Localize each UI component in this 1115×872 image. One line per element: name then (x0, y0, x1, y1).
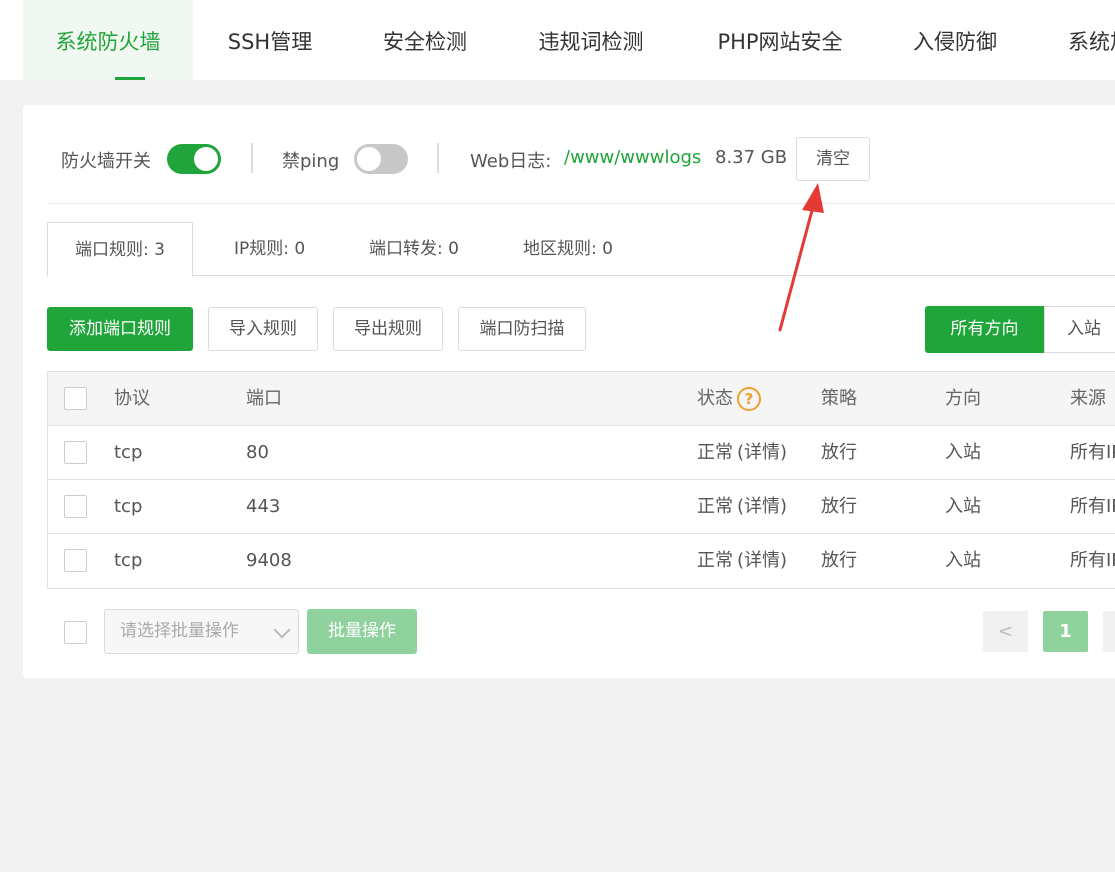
tab-php-security[interactable]: PHP网站安全 (700, 0, 860, 80)
batch-select-checkbox[interactable] (64, 621, 87, 644)
next-page-button[interactable] (1103, 611, 1115, 652)
select-all-checkbox[interactable] (64, 387, 87, 410)
firewall-panel: 防火墙开关 禁ping Web日志: /www/wwwlogs 8.37 GB … (23, 105, 1115, 678)
active-tab-underline (115, 77, 145, 80)
header-status-label: 状态 (697, 388, 733, 409)
ping-toggle[interactable] (354, 144, 408, 174)
tab-label: 系统防火墙 (55, 30, 161, 54)
tab-label: 安全检测 (383, 30, 467, 54)
cell-policy[interactable]: 放行 (821, 426, 857, 480)
direction-inbound-button[interactable]: 入站 (1044, 306, 1115, 353)
tab-label: 系统加 (1068, 30, 1115, 54)
tab-system-firewall[interactable]: 系统防火墙 (23, 0, 193, 80)
tab-port-forward[interactable]: 端口转发: 0 (369, 222, 459, 276)
divider (251, 143, 253, 173)
add-port-rule-button[interactable]: 添加端口规则 (47, 307, 193, 351)
tab-ip-rules[interactable]: IP规则: 0 (234, 222, 305, 276)
switch-row: 防火墙开关 禁ping Web日志: /www/wwwlogs 8.37 GB … (47, 105, 1115, 204)
firewall-switch-label: 防火墙开关 (61, 151, 151, 172)
cell-port: 80 (246, 442, 269, 463)
tab-region-rules[interactable]: 地区规则: 0 (523, 222, 613, 276)
cell-status: 正常 (697, 550, 733, 571)
header-port: 端口 (246, 388, 282, 409)
cell-policy[interactable]: 放行 (821, 534, 857, 588)
port-scan-protect-button[interactable]: 端口防扫描 (458, 307, 586, 351)
cell-status: 正常 (697, 496, 733, 517)
tab-label: SSH管理 (227, 30, 313, 54)
tab-label: PHP网站安全 (717, 30, 843, 54)
top-nav: 系统防火墙 SSH管理 安全检测 违规词检测 PHP网站安全 入侵防御 系统加 (0, 0, 1115, 80)
row-checkbox[interactable] (64, 495, 87, 518)
weblog-size: 8.37 GB (715, 147, 788, 168)
header-source: 来源 (1070, 388, 1106, 409)
batch-operation-button[interactable]: 批量操作 (307, 609, 417, 654)
cell-direction: 入站 (945, 496, 981, 517)
tab-label: 违规词检测 (538, 30, 644, 54)
header-direction: 方向 (945, 388, 981, 409)
chevron-down-icon (273, 621, 291, 639)
clear-log-button[interactable]: 清空 (796, 137, 870, 181)
tab-system-hardening[interactable]: 系统加 (1068, 0, 1115, 80)
tab-port-rules[interactable]: 端口规则: 3 (47, 222, 193, 277)
prev-page-button[interactable]: < (983, 611, 1028, 652)
cell-direction: 入站 (945, 550, 981, 571)
toggle-knob (194, 147, 218, 171)
cell-status: 正常 (697, 442, 733, 463)
cell-direction: 入站 (945, 442, 981, 463)
page-1-button[interactable]: 1 (1043, 611, 1088, 652)
cell-port: 443 (246, 496, 281, 517)
import-rules-button[interactable]: 导入规则 (208, 307, 318, 351)
batch-select-placeholder: 请选择批量操作 (120, 621, 239, 641)
ping-switch-label: 禁ping (282, 151, 340, 172)
direction-all-button[interactable]: 所有方向 (925, 306, 1044, 353)
table-row: tcp 9408 正常 (详情) 放行 入站 所有IP (48, 534, 1115, 588)
port-rules-table: 协议 端口 状态? 策略 方向 来源 tcp 80 正常 (详情) 放行 入站 … (47, 371, 1115, 589)
tab-security-check[interactable]: 安全检测 (355, 0, 495, 80)
cell-port: 9408 (246, 550, 292, 571)
row-checkbox[interactable] (64, 441, 87, 464)
status-detail-link[interactable]: (详情) (737, 426, 787, 480)
table-header: 协议 端口 状态? 策略 方向 来源 (48, 372, 1115, 426)
divider (437, 143, 439, 173)
tab-word-check[interactable]: 违规词检测 (515, 0, 667, 80)
header-protocol: 协议 (114, 388, 150, 409)
row-checkbox[interactable] (64, 549, 87, 572)
tab-intrusion-defense[interactable]: 入侵防御 (890, 0, 1020, 80)
toggle-knob (357, 147, 381, 171)
table-row: tcp 443 正常 (详情) 放行 入站 所有IP (48, 480, 1115, 534)
export-rules-button[interactable]: 导出规则 (333, 307, 443, 351)
header-status: 状态? (697, 372, 761, 426)
rule-tabs: 端口规则: 3 IP规则: 0 端口转发: 0 地区规则: 0 (47, 222, 1115, 277)
cell-protocol: tcp (114, 550, 143, 571)
table-row: tcp 80 正常 (详情) 放行 入站 所有IP (48, 426, 1115, 480)
firewall-toggle[interactable] (167, 144, 221, 174)
cell-protocol: tcp (114, 496, 143, 517)
batch-operation-select[interactable]: 请选择批量操作 (104, 609, 299, 654)
weblog-path-link[interactable]: /www/wwwlogs (564, 147, 701, 168)
status-detail-link[interactable]: (详情) (737, 534, 787, 588)
cell-source: 所有IP (1070, 550, 1115, 571)
status-detail-link[interactable]: (详情) (737, 480, 787, 534)
cell-source: 所有IP (1070, 496, 1115, 517)
cell-source: 所有IP (1070, 442, 1115, 463)
cell-policy[interactable]: 放行 (821, 480, 857, 534)
tab-label: 入侵防御 (913, 30, 997, 54)
weblog-label: Web日志: (470, 151, 552, 172)
header-policy: 策略 (821, 388, 857, 409)
cell-protocol: tcp (114, 442, 143, 463)
help-icon[interactable]: ? (737, 387, 761, 411)
tab-ssh[interactable]: SSH管理 (200, 0, 340, 80)
